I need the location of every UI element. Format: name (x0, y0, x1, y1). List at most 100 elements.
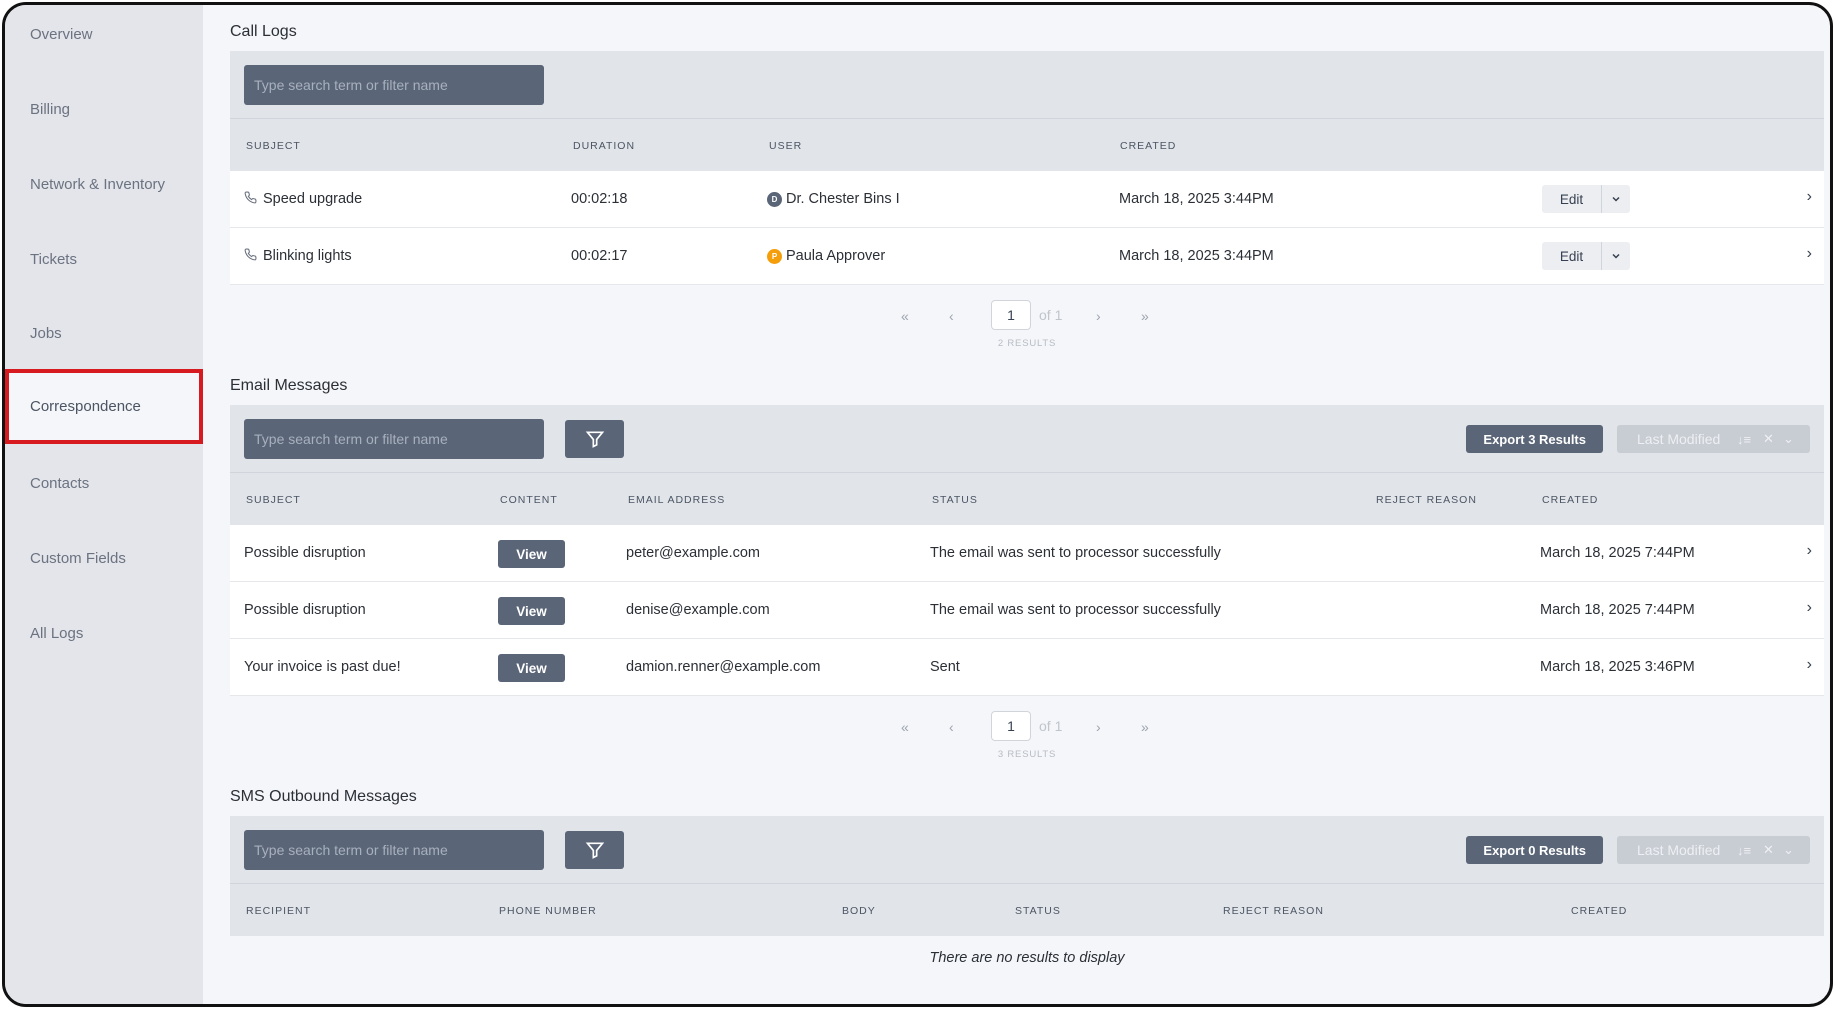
column-header[interactable]: CREATED (1571, 905, 1627, 917)
sidebar-item-network-inventory[interactable]: Network & Inventory (5, 147, 203, 222)
phone-icon (244, 191, 257, 204)
call-subject: Speed upgrade (263, 191, 363, 207)
column-header[interactable]: CREATED (1120, 140, 1176, 152)
column-header[interactable]: SUBJECT (246, 140, 301, 152)
sort-label: Last Modified (1637, 842, 1721, 858)
filter-button[interactable] (565, 420, 624, 458)
sidebar-item-jobs[interactable]: Jobs (5, 296, 203, 371)
chevron-down-icon (1612, 253, 1620, 259)
edit-button[interactable]: Edit (1542, 185, 1602, 213)
filter-icon (585, 431, 604, 448)
column-header[interactable]: REJECT REASON (1376, 494, 1477, 506)
column-header[interactable]: CONTENT (500, 494, 558, 506)
call-subject-cell: Blinking lights (244, 248, 352, 264)
sms-messages-title: SMS Outbound Messages (230, 788, 417, 805)
email-address: denise@example.com (626, 602, 770, 618)
edit-dropdown-button[interactable] (1602, 242, 1630, 270)
edit-button[interactable]: Edit (1542, 242, 1602, 270)
next-page-button[interactable]: › (1096, 308, 1101, 324)
call-created: March 18, 2025 3:44PM (1119, 248, 1274, 264)
prev-page-button[interactable]: ‹ (949, 719, 954, 735)
sidebar-item-overview[interactable]: Overview (5, 5, 203, 72)
sidebar-item-billing[interactable]: Billing (5, 72, 203, 147)
email-subject: Your invoice is past due! (244, 659, 401, 675)
table-row[interactable]: Possible disruption View denise@example.… (230, 582, 1824, 639)
email-subject: Possible disruption (244, 545, 366, 561)
page-count: of 1 (1039, 307, 1063, 323)
edit-button-group: Edit (1542, 242, 1630, 270)
sort-label: Last Modified (1637, 431, 1721, 447)
call-logs-search-input[interactable] (244, 65, 544, 105)
chevron-right-icon[interactable]: › (1807, 599, 1812, 617)
first-page-button[interactable]: « (901, 719, 909, 735)
sort-order-icon[interactable]: ↓≡ (1737, 432, 1751, 447)
view-content-button[interactable]: View (498, 597, 565, 625)
sidebar-item-tickets[interactable]: Tickets (5, 222, 203, 297)
edit-dropdown-button[interactable] (1602, 185, 1630, 213)
column-header[interactable]: BODY (842, 905, 876, 917)
column-header[interactable]: CREATED (1542, 494, 1598, 506)
filter-button[interactable] (565, 831, 624, 869)
call-created: March 18, 2025 3:44PM (1119, 191, 1274, 207)
email-created: March 18, 2025 7:44PM (1540, 545, 1695, 561)
sort-select[interactable]: Last Modified ↓≡ ✕ ⌄ (1617, 425, 1810, 453)
view-content-button[interactable]: View (498, 540, 565, 568)
sort-order-icon[interactable]: ↓≡ (1737, 843, 1751, 858)
last-page-button[interactable]: » (1141, 308, 1149, 324)
sort-select[interactable]: Last Modified ↓≡ ✕ ⌄ (1617, 836, 1810, 864)
column-header[interactable]: STATUS (1015, 905, 1061, 917)
column-header[interactable]: USER (769, 140, 802, 152)
column-header[interactable]: PHONE NUMBER (499, 905, 597, 917)
sidebar-item-correspondence[interactable]: Correspondence (5, 369, 203, 444)
page-count: of 1 (1039, 718, 1063, 734)
email-created: March 18, 2025 7:44PM (1540, 602, 1695, 618)
avatar: P (767, 249, 782, 264)
column-header[interactable]: RECIPIENT (246, 905, 311, 917)
column-header[interactable]: EMAIL ADDRESS (628, 494, 725, 506)
email-pagination: « ‹ 1 of 1 › » 3 RESULTS (230, 711, 1824, 771)
sms-header: RECIPIENT PHONE NUMBER BODY STATUS REJEC… (230, 884, 1824, 936)
clear-sort-icon[interactable]: ✕ (1763, 431, 1774, 447)
column-header[interactable]: REJECT REASON (1223, 905, 1324, 917)
table-row[interactable]: Your invoice is past due! View damion.re… (230, 639, 1824, 696)
call-subject-cell: Speed upgrade (244, 191, 362, 207)
next-page-button[interactable]: › (1096, 719, 1101, 735)
email-search-input[interactable] (244, 419, 544, 459)
call-duration: 00:02:18 (571, 191, 628, 207)
call-logs-panel: SUBJECT DURATION USER CREATED Speed upgr… (230, 51, 1824, 349)
table-row[interactable]: Blinking lights 00:02:17 P Paula Approver… (230, 228, 1824, 285)
call-logs-header: SUBJECT DURATION USER CREATED (230, 119, 1824, 171)
sms-toolbar: Export 0 Results Last Modified ↓≡ ✕ ⌄ (230, 816, 1824, 884)
call-user: Paula Approver (786, 248, 886, 264)
column-header[interactable]: STATUS (932, 494, 978, 506)
chevron-down-icon[interactable]: ⌄ (1783, 842, 1794, 858)
sms-search-input[interactable] (244, 830, 544, 870)
view-content-button[interactable]: View (498, 654, 565, 682)
export-results-button[interactable]: Export 3 Results (1466, 425, 1603, 453)
chevron-right-icon[interactable]: › (1807, 245, 1812, 263)
prev-page-button[interactable]: ‹ (949, 308, 954, 324)
call-user-cell: P Paula Approver (767, 248, 885, 264)
chevron-right-icon[interactable]: › (1807, 656, 1812, 674)
sidebar-item-all-logs[interactable]: All Logs (5, 596, 203, 671)
chevron-right-icon[interactable]: › (1807, 542, 1812, 560)
email-subject: Possible disruption (244, 602, 366, 618)
column-header[interactable]: SUBJECT (246, 494, 301, 506)
export-results-button[interactable]: Export 0 Results (1466, 836, 1603, 864)
email-toolbar: Export 3 Results Last Modified ↓≡ ✕ ⌄ (230, 405, 1824, 473)
chevron-down-icon[interactable]: ⌄ (1783, 431, 1794, 447)
table-row[interactable]: Speed upgrade 00:02:18 D Dr. Chester Bins… (230, 171, 1824, 228)
column-header[interactable]: DURATION (573, 140, 635, 152)
chevron-right-icon[interactable]: › (1807, 188, 1812, 206)
sidebar-item-custom-fields[interactable]: Custom Fields (5, 521, 203, 596)
email-messages-title: Email Messages (230, 377, 348, 394)
avatar: D (767, 192, 782, 207)
page-number-input[interactable]: 1 (991, 711, 1031, 741)
clear-sort-icon[interactable]: ✕ (1763, 842, 1774, 858)
last-page-button[interactable]: » (1141, 719, 1149, 735)
first-page-button[interactable]: « (901, 308, 909, 324)
table-row[interactable]: Possible disruption View peter@example.c… (230, 525, 1824, 582)
email-header: SUBJECT CONTENT EMAIL ADDRESS STATUS REJ… (230, 473, 1824, 525)
page-number-input[interactable]: 1 (991, 300, 1031, 330)
sidebar-item-contacts[interactable]: Contacts (5, 446, 203, 521)
